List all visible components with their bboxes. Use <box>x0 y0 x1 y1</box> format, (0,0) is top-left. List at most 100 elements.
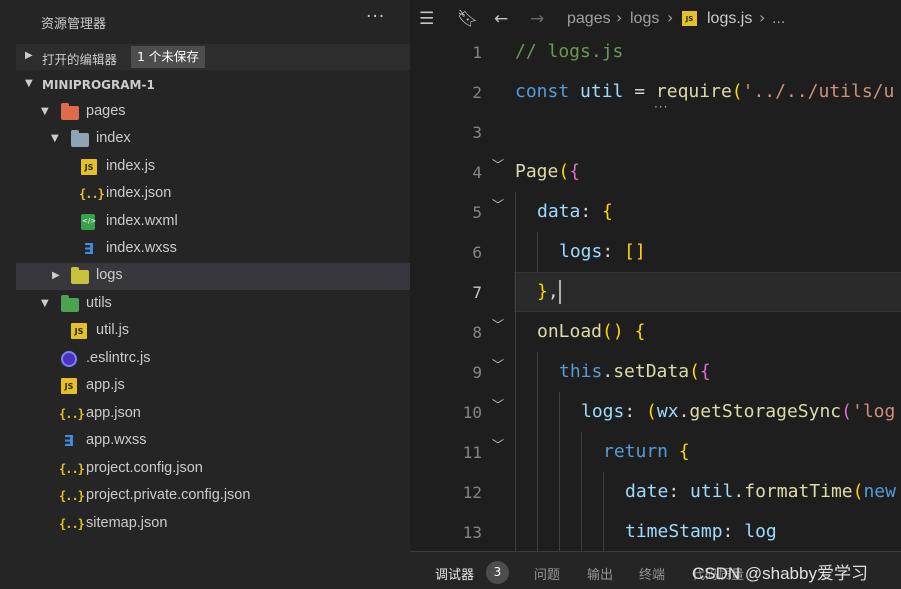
code-line-8: onLoad() { <box>537 321 646 342</box>
line-number: 8 <box>472 323 482 342</box>
tree-item-eslintrc[interactable]: .eslintrc.js <box>16 346 410 373</box>
fold-chevron-icon[interactable]: ﹀ <box>492 316 504 333</box>
indent-guide <box>537 232 538 272</box>
js-file-icon: JS <box>682 11 697 26</box>
breadcrumb-item-logs[interactable]: logs <box>630 10 659 28</box>
list-icon[interactable]: ☰ <box>419 9 434 29</box>
indent-guide <box>603 472 604 551</box>
json-file-icon: {..} <box>59 517 85 531</box>
fold-chevron-icon[interactable]: ﹀ <box>492 436 504 453</box>
line-number: 10 <box>462 403 482 422</box>
json-file-icon: {..} <box>59 489 85 503</box>
tree-item-util-js[interactable]: JS util.js <box>16 318 410 345</box>
project-root-section[interactable]: ▼ MINIPROGRAM-1 <box>16 72 410 98</box>
tab-terminal[interactable]: 终端 <box>639 564 665 583</box>
tree-item-logs[interactable]: ▶ logs <box>16 263 410 290</box>
code-line-11: return { <box>603 441 690 462</box>
indent-guide <box>581 432 582 551</box>
line-number: 3 <box>472 123 482 142</box>
breadcrumb-item-more[interactable]: ... <box>772 10 785 28</box>
chevron-right-icon: › <box>667 8 674 27</box>
tree-item-app-json[interactable]: {..} app.json <box>16 401 410 428</box>
tree-item-label: index.wxml <box>106 213 178 229</box>
tree-item-label: pages <box>86 103 126 119</box>
indent-guide <box>537 352 538 551</box>
wxss-file-icon: ∃ <box>83 240 95 258</box>
tree-item-label: .eslintrc.js <box>86 350 151 366</box>
line-number: 1 <box>472 43 482 62</box>
code-line-6: logs: [] <box>559 241 646 262</box>
tree-item-app-js[interactable]: JS app.js <box>16 373 410 400</box>
tree-item-project-config[interactable]: {..} project.config.json <box>16 456 410 483</box>
fold-chevron-icon[interactable]: ﹀ <box>492 156 504 173</box>
bottom-panel: 调试器 3 问题 输出 终端 代码质量 CSDN @shabby爱学习 <box>410 551 901 589</box>
project-name: MINIPROGRAM-1 <box>42 78 155 92</box>
fold-chevron-icon[interactable]: ﹀ <box>492 396 504 413</box>
tree-item-index-json[interactable]: {..} index.json <box>16 181 410 208</box>
fold-chevron-icon[interactable]: ﹀ <box>492 196 504 213</box>
js-file-icon: JS <box>61 378 77 394</box>
code-line-2: const util = require('../../utils/u <box>515 81 895 102</box>
chevron-down-icon: ▼ <box>51 133 59 144</box>
tree-item-project-private-config[interactable]: {..} project.private.config.json <box>16 483 410 510</box>
forward-arrow-icon[interactable]: → <box>530 9 544 29</box>
explorer-sidebar: 资源管理器 ··· ▶ 打开的编辑器 1 个未保存 ▼ MINIPROGRAM-… <box>0 0 410 589</box>
chevron-right-icon: › <box>616 8 623 27</box>
indent-guide <box>559 392 560 551</box>
bookmark-icon[interactable]: 🔖︎ <box>457 9 479 29</box>
tab-output[interactable]: 输出 <box>587 564 613 583</box>
chevron-right-icon: ▶ <box>52 270 60 281</box>
code-line-5: data: { <box>537 201 613 222</box>
folder-utils-icon <box>61 295 79 312</box>
chevron-down-icon: ▼ <box>41 298 49 309</box>
line-number: 11 <box>462 443 482 462</box>
chevron-down-icon: ▼ <box>25 78 33 89</box>
tree-item-sitemap[interactable]: {..} sitemap.json <box>16 511 410 538</box>
wxml-file-icon <box>81 214 96 230</box>
sidebar-title: 资源管理器 <box>41 17 107 32</box>
tree-item-utils[interactable]: ▼ utils <box>16 291 410 318</box>
tree-item-label: sitemap.json <box>86 515 168 531</box>
code-editor[interactable]: ☰ 🔖︎ ← → pages › logs › JS logs.js › ...… <box>410 0 901 589</box>
eslint-icon <box>61 351 77 367</box>
breadcrumb-item-pages[interactable]: pages <box>567 10 611 28</box>
text-cursor <box>559 280 561 304</box>
line-number: 13 <box>462 523 482 542</box>
chevron-down-icon: ▼ <box>41 106 49 117</box>
back-arrow-icon[interactable]: ← <box>494 9 508 29</box>
more-actions-icon[interactable]: ··· <box>366 7 385 27</box>
tab-debugger[interactable]: 调试器 <box>435 564 474 583</box>
code-line-13: timeStamp: log <box>625 521 777 542</box>
breadcrumb: ☰ 🔖︎ ← → pages › logs › JS logs.js › ... <box>410 0 901 40</box>
code-line-7: }, <box>537 281 559 302</box>
chevron-right-icon: ▶ <box>25 50 33 61</box>
tree-item-label: project.config.json <box>86 460 203 476</box>
line-number: 2 <box>472 83 482 102</box>
tree-item-app-wxss[interactable]: ∃ app.wxss <box>16 428 410 455</box>
tree-item-index-js[interactable]: JS index.js <box>16 154 410 181</box>
open-editors-label: 打开的编辑器 <box>42 52 118 67</box>
debugger-count-badge: 3 <box>486 561 509 584</box>
code-line-12: date: util.formatTime(new <box>625 481 896 502</box>
code-line-9: this.setData({ <box>559 361 711 382</box>
watermark: CSDN @shabby爱学习 <box>692 564 868 583</box>
tree-item-index-wxss[interactable]: ∃ index.wxss <box>16 236 410 263</box>
tab-problems[interactable]: 问题 <box>534 564 560 583</box>
tree-item-pages[interactable]: ▼ pages <box>16 99 410 126</box>
folder-pages-icon <box>61 103 79 120</box>
breadcrumb-item-file[interactable]: logs.js <box>707 10 752 28</box>
fold-chevron-icon[interactable]: ﹀ <box>492 356 504 373</box>
tree-item-label: index <box>96 130 131 146</box>
json-file-icon: {..} <box>59 407 85 421</box>
line-number: 6 <box>472 243 482 262</box>
code-line-10: logs: (wx.getStorageSync('log <box>581 401 896 422</box>
js-file-icon: JS <box>81 159 97 175</box>
folder-icon <box>71 130 89 147</box>
tree-item-label: util.js <box>96 322 130 338</box>
tree-item-index-wxml[interactable]: index.wxml <box>16 209 410 236</box>
open-editors-section[interactable]: ▶ 打开的编辑器 1 个未保存 <box>16 44 410 70</box>
tree-item-label: utils <box>86 295 112 311</box>
tree-item-index[interactable]: ▼ index <box>16 126 410 153</box>
line-number: 4 <box>472 163 482 182</box>
indent-guide <box>515 192 516 551</box>
